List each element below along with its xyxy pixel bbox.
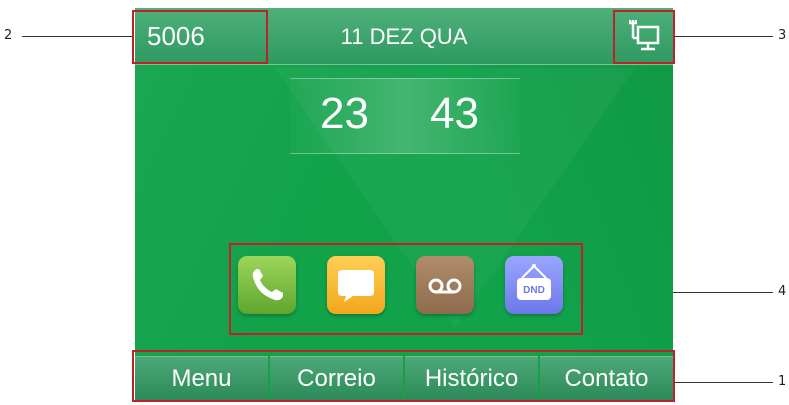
network-icon: [627, 18, 661, 52]
callout-2-line: [22, 36, 132, 37]
clock-hours: 23: [320, 89, 369, 138]
dnd-icon: DND: [517, 264, 551, 300]
date-display: 11 DEZ QUA: [340, 24, 468, 49]
voicemail-app-button[interactable]: [416, 256, 474, 314]
clock-minutes: 43: [430, 89, 479, 138]
softkey-correio[interactable]: Correio: [270, 356, 403, 400]
softkey-menu[interactable]: Menu: [135, 356, 268, 400]
softkey-bar: Menu Correio Histórico Contato: [135, 356, 673, 400]
callout-1-line: [675, 382, 773, 383]
phone-screen: 5006 11 DEZ QUA 23 43 DND Menu Correio H…: [135, 8, 673, 400]
softkey-historico[interactable]: Histórico: [405, 356, 538, 400]
app-icons: DND: [235, 253, 579, 317]
clock-panel: 23 43: [290, 78, 520, 154]
callout-3: 3: [778, 28, 787, 43]
call-app-button[interactable]: [238, 256, 296, 314]
callout-4: 4: [778, 284, 787, 299]
callout-2: 2: [4, 28, 13, 43]
dnd-app-button[interactable]: DND: [505, 256, 563, 314]
message-icon: [338, 270, 374, 302]
callout-3-line: [675, 36, 773, 37]
softkey-contato[interactable]: Contato: [540, 356, 673, 400]
status-bar: 5006 11 DEZ QUA: [135, 8, 673, 65]
voicemail-icon: [428, 278, 462, 294]
dnd-label: DND: [523, 285, 545, 296]
phone-icon: [252, 269, 283, 301]
callout-1: 1: [778, 374, 787, 389]
message-app-button[interactable]: [327, 256, 385, 314]
